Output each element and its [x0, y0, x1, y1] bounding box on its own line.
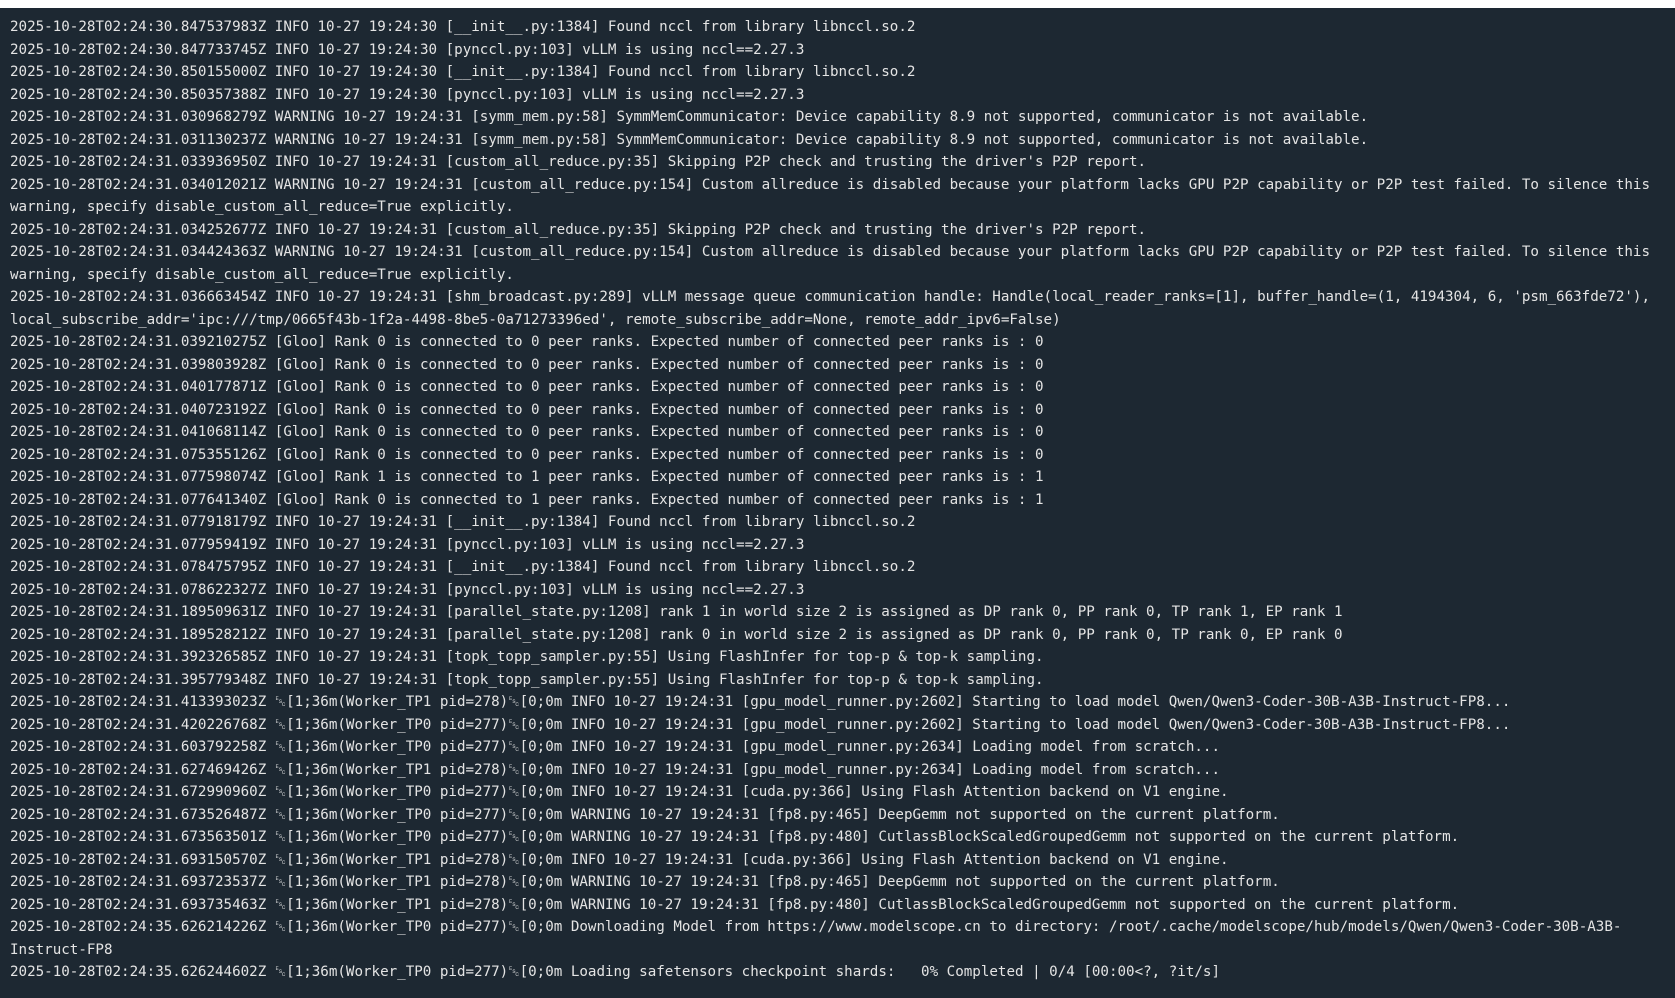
log-line: 2025-10-28T02:24:31.077959419Z INFO 10-2… — [10, 536, 805, 553]
log-line: Instruct-FP8 — [10, 941, 113, 958]
log-line: 2025-10-28T02:24:31.034012021Z WARNING 1… — [10, 176, 1650, 193]
log-line: 2025-10-28T02:24:31.077641340Z [Gloo] Ra… — [10, 491, 1044, 508]
log-line: 2025-10-28T02:24:31.693723537Z ␛[1;36m(W… — [10, 874, 1280, 890]
log-line: 2025-10-28T02:24:31.039210275Z [Gloo] Ra… — [10, 334, 1044, 350]
log-line: 2025-10-28T02:24:31.078475795Z INFO 10-2… — [10, 559, 916, 575]
log-line: 2025-10-28T02:24:31.034252677Z INFO 10-2… — [10, 221, 1147, 238]
log-line: 2025-10-28T02:24:31.031130237Z WARNING 1… — [10, 131, 1369, 148]
log-line: warning, specify disable_custom_all_redu… — [10, 199, 514, 215]
log-line: 2025-10-28T02:24:31.392326585Z INFO 10-2… — [10, 649, 1044, 665]
log-line: 2025-10-28T02:24:31.627469426Z ␛[1;36m(W… — [10, 761, 1220, 778]
log-line: 2025-10-28T02:24:31.075355126Z [Gloo] Ra… — [10, 446, 1044, 463]
log-line: 2025-10-28T02:24:31.603792258Z ␛[1;36m(W… — [10, 739, 1220, 755]
log-line: 2025-10-28T02:24:31.395779348Z INFO 10-2… — [10, 671, 1044, 688]
terminal-log-view[interactable]: 2025-10-28T02:24:30.847537983Z INFO 10-2… — [0, 8, 1675, 998]
log-line: 2025-10-28T02:24:31.189528212Z INFO 10-2… — [10, 626, 1343, 643]
log-line: 2025-10-28T02:24:31.673526487Z ␛[1;36m(W… — [10, 806, 1280, 823]
log-line: 2025-10-28T02:24:35.626244602Z ␛[1;36m(W… — [10, 964, 1220, 980]
log-line: 2025-10-28T02:24:31.693150570Z ␛[1;36m(W… — [10, 851, 1229, 868]
window-top-edge — [0, 0, 1675, 8]
log-line: 2025-10-28T02:24:30.850155000Z INFO 10-2… — [10, 64, 916, 80]
log-line: 2025-10-28T02:24:30.847537983Z INFO 10-2… — [10, 19, 916, 35]
log-line: 2025-10-28T02:24:31.040723192Z [Gloo] Ra… — [10, 401, 1044, 418]
log-line: 2025-10-28T02:24:31.039803928Z [Gloo] Ra… — [10, 356, 1044, 373]
log-line: warning, specify disable_custom_all_redu… — [10, 266, 514, 283]
log-line: 2025-10-28T02:24:31.693735463Z ␛[1;36m(W… — [10, 896, 1460, 913]
log-line: 2025-10-28T02:24:31.672990960Z ␛[1;36m(W… — [10, 784, 1229, 800]
log-line: 2025-10-28T02:24:30.850357388Z INFO 10-2… — [10, 86, 805, 103]
log-line: 2025-10-28T02:24:31.077598074Z [Gloo] Ra… — [10, 469, 1044, 485]
log-line: local_subscribe_addr='ipc:///tmp/0665f43… — [10, 311, 1061, 328]
log-line: 2025-10-28T02:24:35.626214226Z ␛[1;36m(W… — [10, 919, 1622, 935]
log-line: 2025-10-28T02:24:31.041068114Z [Gloo] Ra… — [10, 424, 1044, 440]
log-line: 2025-10-28T02:24:31.030968279Z WARNING 1… — [10, 109, 1369, 125]
log-line: 2025-10-28T02:24:31.420226768Z ␛[1;36m(W… — [10, 716, 1511, 733]
log-line: 2025-10-28T02:24:31.673563501Z ␛[1;36m(W… — [10, 829, 1460, 845]
log-line: 2025-10-28T02:24:31.189509631Z INFO 10-2… — [10, 604, 1343, 620]
log-line: 2025-10-28T02:24:31.040177871Z [Gloo] Ra… — [10, 379, 1044, 395]
log-line: 2025-10-28T02:24:31.034424363Z WARNING 1… — [10, 244, 1650, 260]
log-line: 2025-10-28T02:24:30.847733745Z INFO 10-2… — [10, 41, 805, 58]
log-line: 2025-10-28T02:24:31.036663454Z INFO 10-2… — [10, 289, 1650, 305]
log-line: 2025-10-28T02:24:31.033936950Z INFO 10-2… — [10, 154, 1147, 170]
log-line: 2025-10-28T02:24:31.077918179Z INFO 10-2… — [10, 514, 916, 530]
log-line: 2025-10-28T02:24:31.078622327Z INFO 10-2… — [10, 581, 805, 598]
log-output: 2025-10-28T02:24:30.847537983Z INFO 10-2… — [10, 16, 1675, 984]
log-line: 2025-10-28T02:24:31.413393023Z ␛[1;36m(W… — [10, 694, 1511, 710]
